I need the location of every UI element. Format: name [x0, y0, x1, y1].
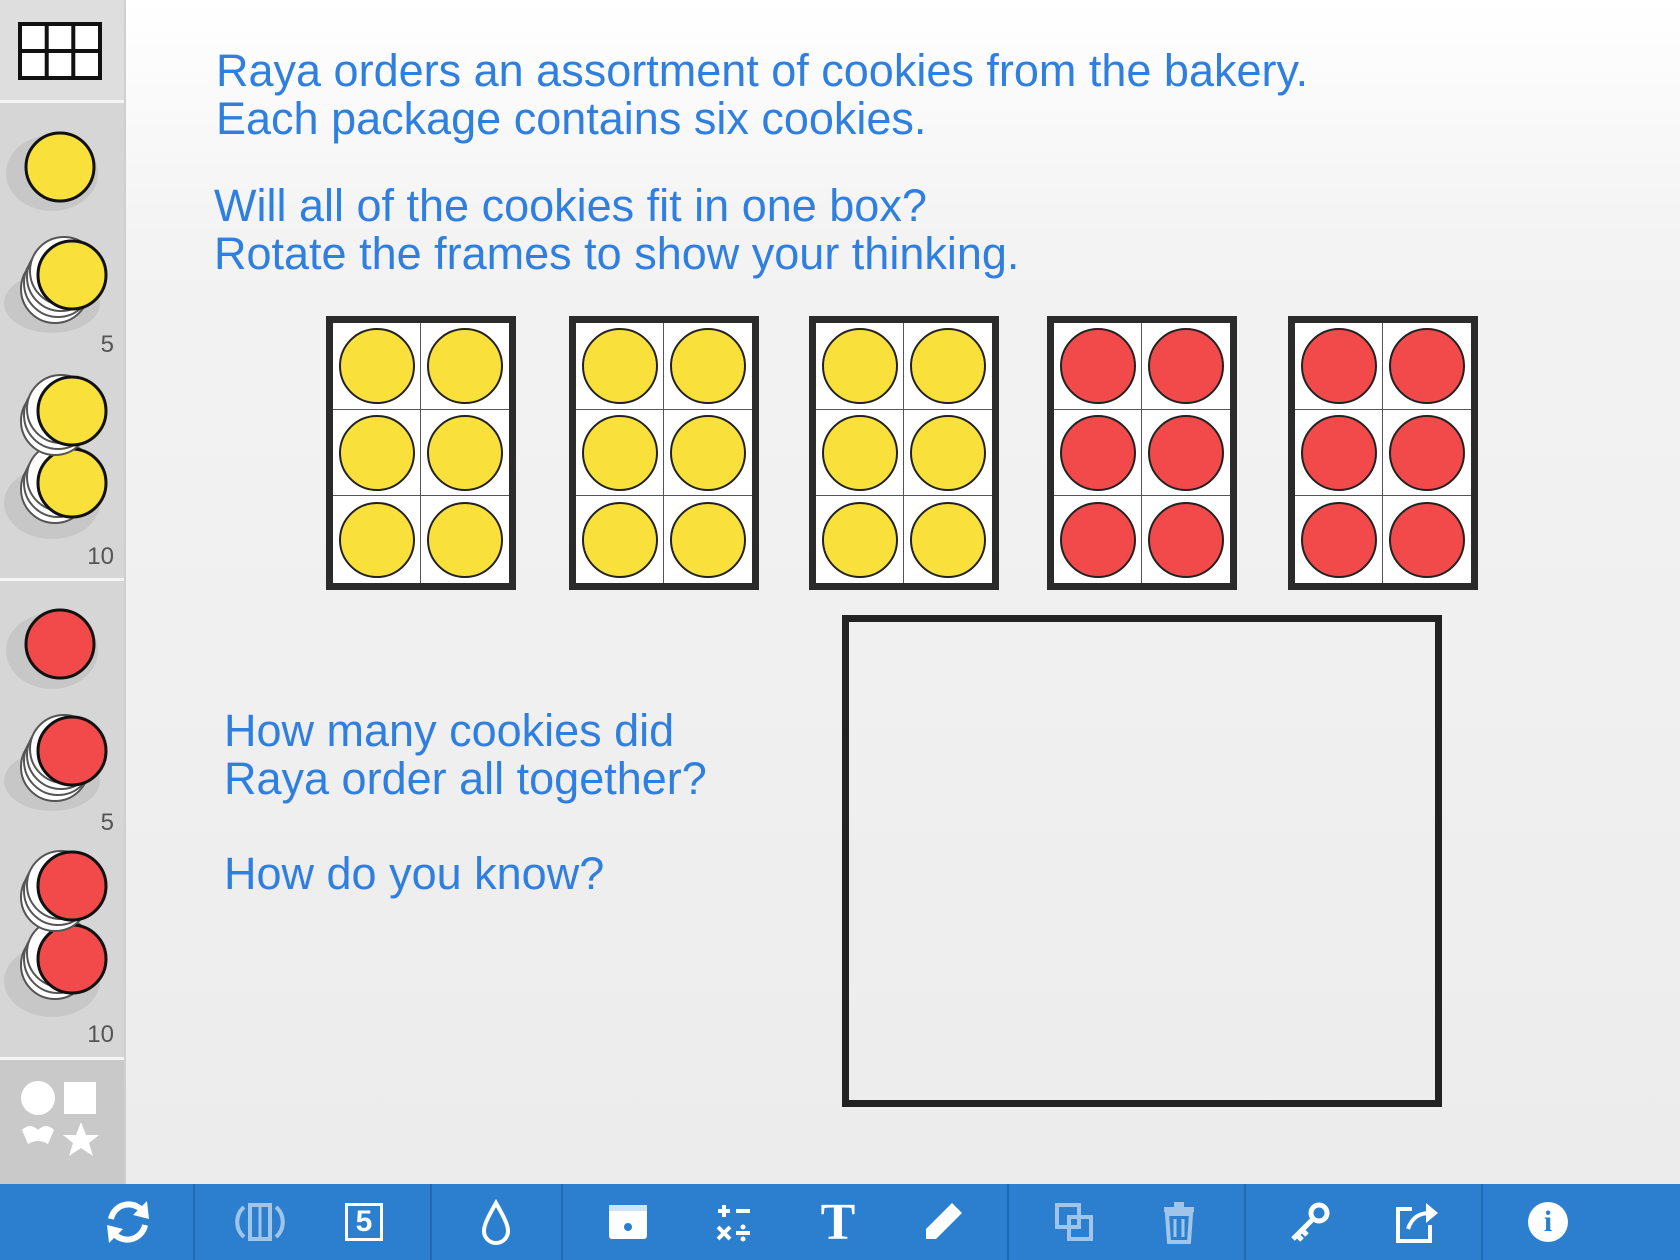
red-cookie-counter[interactable]	[1301, 415, 1377, 491]
yellow-counter-stack-10[interactable]	[4, 374, 108, 539]
question-line-1: How many cookies did	[224, 705, 675, 756]
cookie-frame-1[interactable]	[326, 316, 516, 590]
red-stack-10-count: 10	[87, 1021, 114, 1048]
yellow-cookie-counter[interactable]	[822, 415, 898, 491]
text-tool-button[interactable]: T	[800, 1184, 876, 1260]
red-cookie-counter[interactable]	[1148, 415, 1224, 491]
red-cookie-counter[interactable]	[1060, 501, 1136, 578]
duplicate-button[interactable]	[1036, 1184, 1112, 1260]
math-operations-button[interactable]	[695, 1184, 771, 1260]
yellow-cookie-counter[interactable]	[427, 328, 503, 405]
pencil-icon	[926, 1203, 962, 1239]
red-cookie-counter[interactable]	[1389, 501, 1465, 578]
delete-button[interactable]	[1141, 1184, 1217, 1260]
yellow-cookie-counter[interactable]	[582, 415, 658, 491]
yellow-cookie-counter[interactable]	[822, 328, 898, 405]
yellow-cookie-counter[interactable]	[910, 415, 986, 491]
shapes-icon	[21, 1081, 99, 1156]
yellow-cookie-counter[interactable]	[339, 415, 415, 491]
trash-icon	[1164, 1202, 1194, 1244]
red-counter-single[interactable]	[6, 608, 98, 689]
red-cookie-counter[interactable]	[1060, 415, 1136, 491]
ten-frame-icon	[18, 22, 102, 80]
prompt-line-1: Raya orders an assortment of cookies fro…	[216, 45, 1309, 96]
red-cookie-counter[interactable]	[1389, 328, 1465, 405]
sidebar-shapes-tool[interactable]	[0, 1060, 124, 1184]
info-icon: i	[1528, 1202, 1568, 1242]
pencil-button[interactable]	[905, 1184, 981, 1260]
rotate-frame-button[interactable]	[222, 1184, 298, 1260]
text-icon: T	[820, 1193, 856, 1251]
cookie-frame-3[interactable]	[809, 316, 999, 590]
yellow-cookie-counter[interactable]	[670, 328, 746, 405]
workspace-canvas[interactable]: Raya orders an assortment of cookies fro…	[126, 0, 1680, 1184]
sidebar-yellow-counters: 5 10	[0, 103, 124, 581]
red-cookie-counter[interactable]	[1148, 501, 1224, 578]
info-label: i	[1543, 1205, 1553, 1238]
red-cookie-counter[interactable]	[1060, 328, 1136, 405]
keyboard-icon	[609, 1205, 647, 1239]
yellow-cookie-counter[interactable]	[910, 501, 986, 578]
yellow-cookie-counter[interactable]	[427, 415, 503, 491]
yellow-cookie-counter[interactable]	[582, 328, 658, 405]
question-line-2: Raya order all together?	[224, 753, 707, 804]
yellow-counter-single[interactable]	[6, 131, 98, 211]
yellow-cookie-counter[interactable]	[582, 501, 658, 578]
duplicate-icon	[1055, 1203, 1093, 1241]
info-button[interactable]: i	[1510, 1184, 1586, 1260]
red-counter-stack-10[interactable]	[4, 850, 108, 1017]
share-button[interactable]	[1377, 1184, 1453, 1260]
yellow-stack-5-count: 5	[100, 331, 114, 358]
cookie-frame-5[interactable]	[1288, 316, 1478, 590]
yellow-cookie-counter[interactable]	[339, 501, 415, 578]
five-frame-button[interactable]: 5	[326, 1184, 402, 1260]
refresh-icon	[107, 1201, 149, 1243]
math-ops-icon	[716, 1205, 750, 1242]
yellow-cookie-counter[interactable]	[822, 501, 898, 578]
question-line-3: How do you know?	[224, 848, 605, 899]
prompt-line-4: Rotate the frames to show your thinking.	[214, 228, 1020, 279]
sidebar-red-counters: 5 10	[0, 581, 124, 1060]
key-button[interactable]	[1272, 1184, 1348, 1260]
prompt-line-3: Will all of the cookies fit in one box?	[214, 180, 927, 231]
five-frame-icon: 5	[345, 1203, 383, 1241]
share-icon	[1396, 1203, 1438, 1243]
yellow-cookie-counter[interactable]	[670, 415, 746, 491]
prompt-line-2: Each package contains six cookies.	[216, 93, 927, 144]
cookie-frame-4[interactable]	[1047, 316, 1237, 590]
fill-icon	[481, 1198, 511, 1245]
yellow-cookie-counter[interactable]	[670, 501, 746, 578]
sidebar: 5 10 5 10	[0, 0, 126, 1184]
keyboard-button[interactable]	[590, 1184, 666, 1260]
flip-icon	[235, 1203, 285, 1241]
yellow-cookie-counter[interactable]	[339, 328, 415, 405]
key-icon	[1291, 1202, 1330, 1242]
sidebar-frame-tool[interactable]	[0, 0, 124, 103]
five-frame-label: 5	[355, 1205, 373, 1238]
yellow-cookie-counter[interactable]	[910, 328, 986, 405]
red-cookie-counter[interactable]	[1301, 501, 1377, 578]
red-cookie-counter[interactable]	[1148, 328, 1224, 405]
bottom-toolbar: 5 T i	[0, 1184, 1680, 1260]
red-cookie-counter[interactable]	[1389, 415, 1465, 491]
fill-color-button[interactable]	[458, 1184, 534, 1260]
red-stack-5-count: 5	[100, 809, 114, 836]
cookie-frame-2[interactable]	[569, 316, 759, 590]
yellow-stack-10-count: 10	[87, 543, 114, 570]
yellow-cookie-counter[interactable]	[427, 501, 503, 578]
red-counter-stack-5[interactable]	[4, 714, 108, 811]
answer-box[interactable]	[842, 615, 1442, 1107]
red-cookie-counter[interactable]	[1301, 328, 1377, 405]
yellow-counter-stack-5[interactable]	[4, 236, 108, 333]
reset-button[interactable]	[90, 1184, 166, 1260]
